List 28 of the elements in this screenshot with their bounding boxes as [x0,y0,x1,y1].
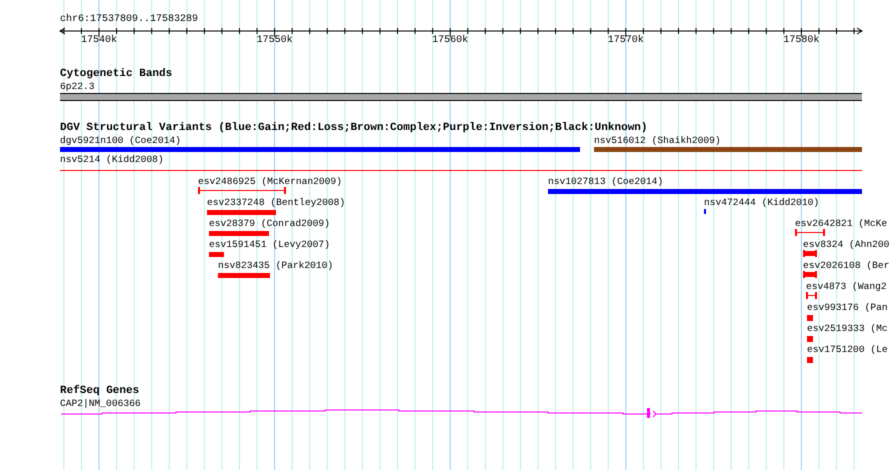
track-title: RefSeq Genes [60,385,140,397]
feature-label: esv2337248 (Bentley2008) [207,197,346,209]
feature-label: nsv516012 (Shaikh2009) [594,135,721,147]
feature-label: CAP2|NM_006366 [60,398,141,410]
ruler-tick-label: 17560k [431,35,470,47]
feature-label: esv993176 (Pan [807,302,888,314]
feature-label: esv2026108 (Ber [803,260,890,272]
ruler-tick-label: 17540k [80,35,118,47]
feature-label: esv28379 (Conrad2009) [209,218,330,230]
feature-label: nsv823435 (Park2010) [218,260,334,272]
feature-label: esv2486925 (McKernan2009) [198,176,342,188]
track-title: Cytogenetic Bands [60,68,172,80]
feature-label: nsv472444 (Kidd2010) [704,197,820,209]
feature-label: esv1751200 (Le [807,344,888,356]
ruler-tick-label: 17570k [606,35,645,47]
track-title: DGV Structural Variants (Blue:Gain;Red:Loss;Brown:Complex;Purple:Inversion;Black:Unknown) [60,122,648,134]
feature-label: nsv1027813 (Coe2014) [548,176,664,188]
ruler-tick-label: 17580k [782,35,820,47]
region-label: chr6:17537809..17583289 [60,14,198,26]
feature-label: nsv5214 (Kidd2008) [60,154,164,166]
feature-label: 6p22.3 [60,81,95,93]
feature-label: dgv5921n100 (Coe2014) [60,135,181,147]
feature-label: esv4873 (Wang2 [806,281,887,293]
feature-label: esv2519333 (Mc [807,323,888,335]
feature-label: esv8324 (Ahn200 [803,239,890,251]
feature-label: esv2642821 (McKe [795,218,888,230]
feature-label: esv1591451 (Levy2007) [209,239,330,251]
ruler-tick-label: 17550k [256,35,294,47]
